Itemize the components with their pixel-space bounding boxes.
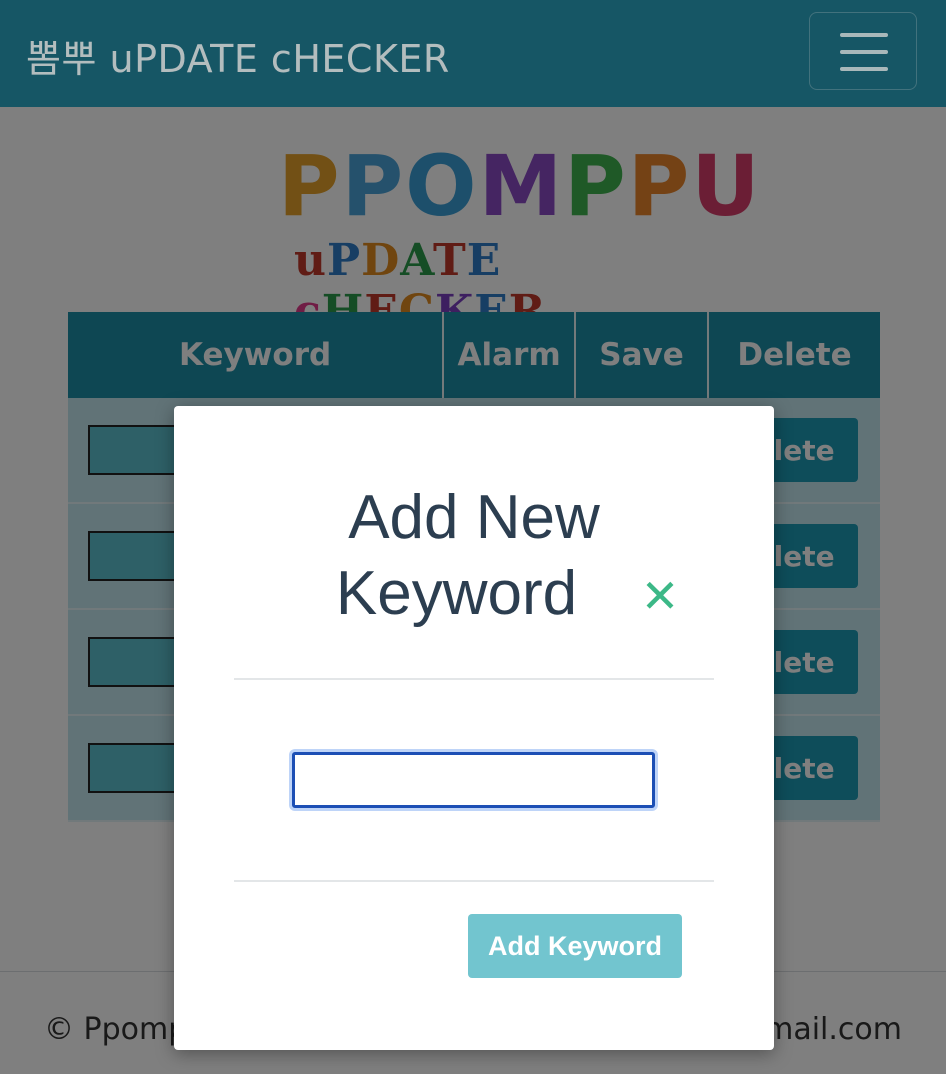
navbar: 뽐뿌 uPDATE cHECKER	[0, 0, 946, 107]
add-keyword-modal: Add New Keyword ✕ Add Keyword	[174, 406, 774, 1050]
modal-title-line1: Add New	[348, 483, 600, 552]
navbar-backdrop	[0, 0, 946, 107]
modal-header-divider	[234, 678, 714, 680]
add-keyword-button[interactable]: Add Keyword	[468, 914, 682, 978]
new-keyword-input[interactable]	[292, 752, 655, 808]
modal-footer-divider	[234, 880, 714, 882]
close-icon[interactable]: ✕	[640, 573, 680, 619]
